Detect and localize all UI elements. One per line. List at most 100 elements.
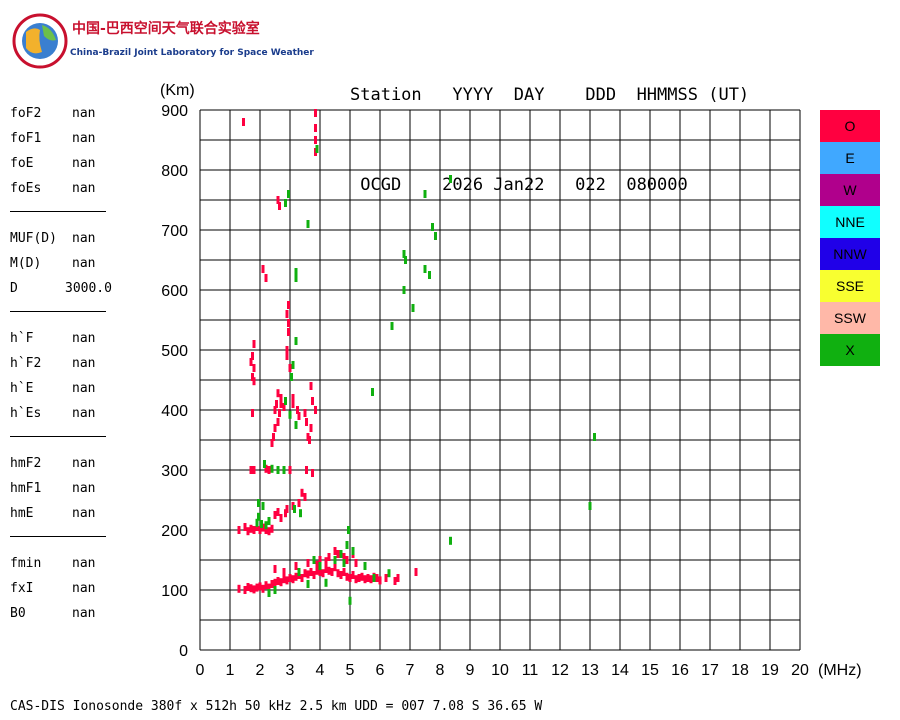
echo-point-o [324,557,328,566]
echo-point-o [357,574,361,582]
echo-point-x [306,220,310,228]
echo-point-x [290,373,293,381]
echo-point-o [270,439,274,447]
echo-point-o [309,568,313,576]
echo-point-o [300,574,304,582]
echo-point-x [449,536,452,545]
x-tick-label: 5 [346,662,355,679]
echo-point-o [279,514,283,522]
echo-point-o [273,565,277,573]
legend-label: NNW [833,246,867,262]
echo-point-x [348,596,352,605]
echo-point-o [314,109,317,117]
legend-item: W [820,174,880,206]
echo-point-x [588,502,592,510]
legend-item: SSW [820,302,880,334]
x-tick-label: 4 [316,662,325,679]
x-tick-label: 17 [701,662,719,679]
x-tick-label: 11 [522,662,539,679]
echo-point-x [423,265,427,273]
echo-point-o [306,570,310,579]
echo-point-o [369,575,373,584]
y-tick-label: 600 [161,283,188,300]
legend-label: E [845,150,855,166]
echo-point-o [314,136,317,144]
echo-point-x [263,460,266,468]
echo-point-o [264,274,268,282]
echo-point-o [305,466,308,474]
echo-point-o [264,581,268,590]
echo-point-x [404,256,407,264]
echo-point-o [351,571,355,579]
echo-point-o [384,574,388,582]
echo-point-o [300,488,304,497]
echo-point-x [261,502,265,510]
echo-point-o [312,571,316,579]
echo-point-x [270,464,274,473]
echo-point-x [306,580,310,588]
x-tick-label: 9 [466,662,475,679]
y-tick-label: 300 [161,463,188,480]
echo-point-o [291,400,295,408]
echo-point-o [282,575,286,584]
echo-point-o [279,578,283,587]
x-tick-label: 13 [581,662,599,679]
echo-point-o [311,469,314,477]
echo-point-o [309,382,313,390]
echo-point-x [284,397,287,405]
echo-point-o [288,364,292,372]
echo-point-o [393,577,397,585]
echo-point-o [261,584,265,593]
legend-item: E [820,142,880,174]
echo-point-o [276,508,280,516]
echo-point-o [252,364,256,372]
echo-point-o [273,511,277,519]
echo-point-x [312,556,316,564]
echo-point-o [287,301,290,309]
echo-point-x [351,547,355,555]
legend-item: O [820,110,880,142]
x-tick-label: 1 [226,662,235,679]
echo-point-x [288,410,292,419]
x-tick-label: 18 [731,662,749,679]
echo-point-o [237,526,241,534]
echo-point-x [293,505,296,513]
echo-point-x [449,175,452,183]
polarization-legend: O E W NNE NNW SSE SSW X [820,110,880,366]
ionogram-chart: 0 1 2 3 4 5 6 7 8 9 10 11 12 13 14 15 16 17 18 19 2001002003… [160,82,862,679]
echo-point-o [249,466,253,474]
echo-point-o [249,358,253,366]
echo-point-x [431,223,434,231]
echo-point-x [264,521,268,530]
echo-point-o [303,409,307,417]
echo-point-o [354,559,358,567]
echo-point-o [237,584,241,593]
echo-point-o [375,574,379,582]
legend-item: SSE [820,270,880,302]
echo-point-o [327,553,331,561]
x-tick-label: 16 [671,662,689,679]
echo-point-o [294,562,298,570]
echo-point-o [284,509,287,518]
echo-point-o [348,574,352,582]
echo-point-o [249,584,253,593]
echo-point-o [273,406,277,414]
echo-point-o [321,569,325,578]
echo-point-o [333,547,337,555]
echo-point-o [366,574,370,582]
x-tick-label: 19 [761,662,779,679]
echo-point-o [330,568,334,576]
x-tick-label: 15 [641,662,659,679]
echo-point-o [309,424,313,432]
echo-point-o [291,575,295,584]
echo-point-o [360,572,364,581]
echo-point-o [324,565,328,573]
echo-point-o [287,328,290,336]
echo-point-x [294,274,298,282]
legend-label: NNE [835,214,865,230]
y-tick-label: 0 [179,643,188,660]
echo-point-x [273,586,277,594]
echo-point-x [299,509,302,518]
x-tick-label: 20 [791,662,809,679]
echo-point-x [287,190,290,198]
